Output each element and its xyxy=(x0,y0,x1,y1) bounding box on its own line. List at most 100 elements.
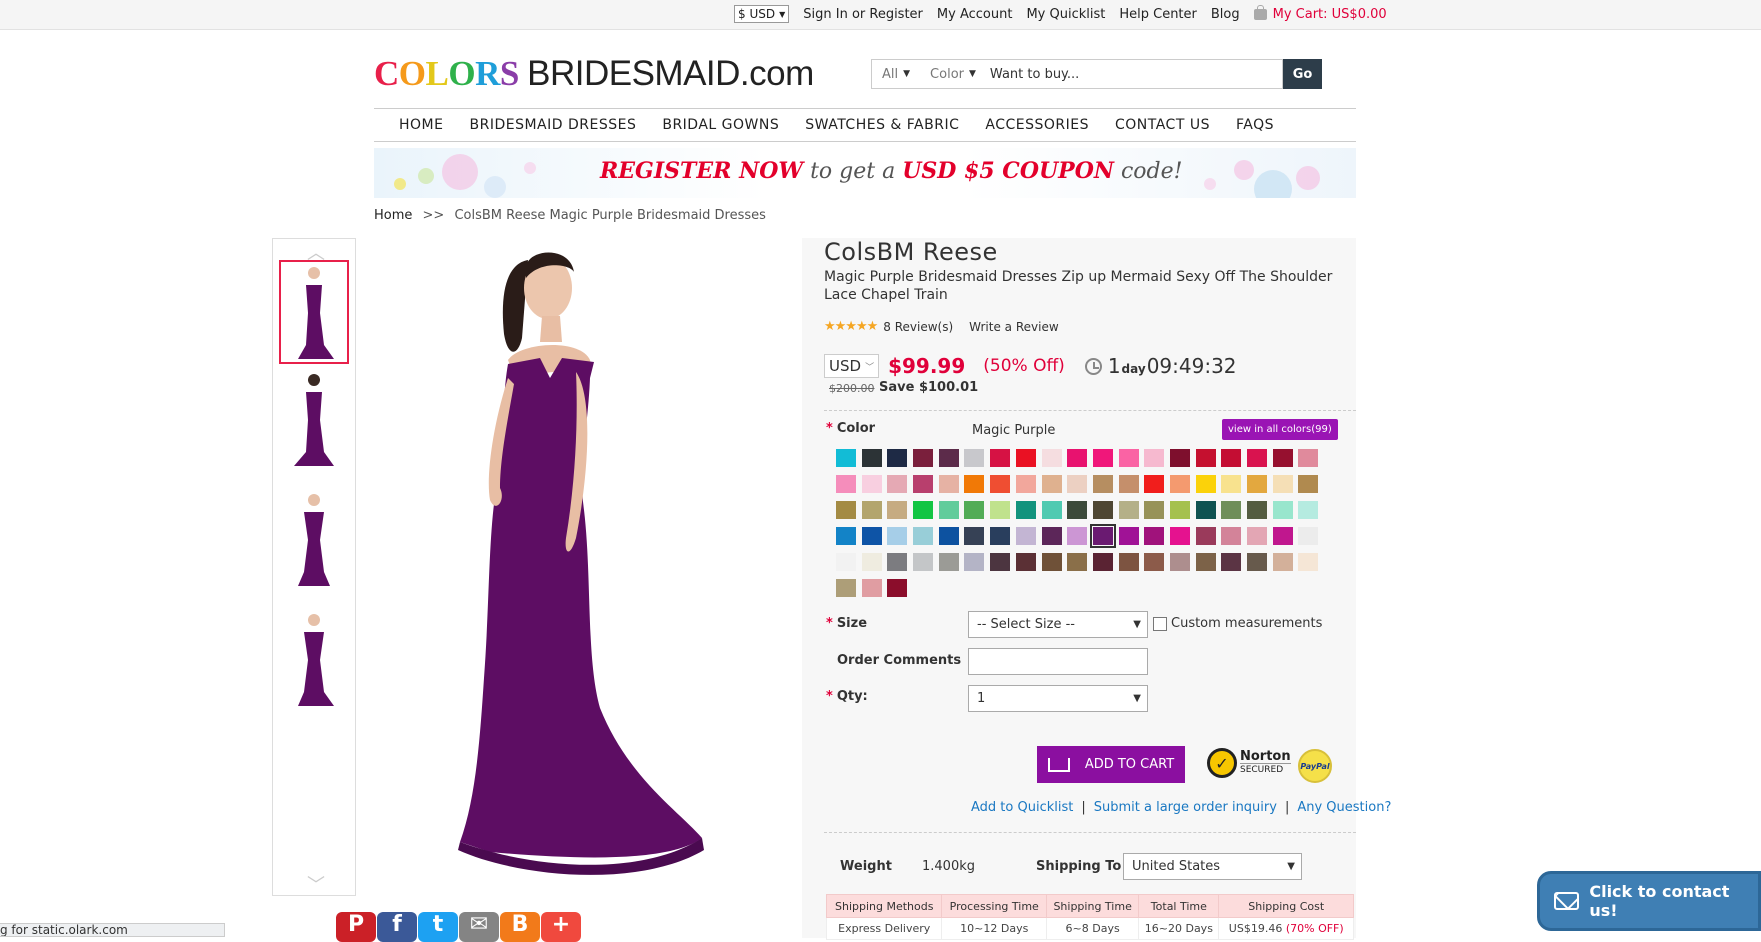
color-swatch[interactable] xyxy=(1169,501,1190,519)
color-swatch[interactable] xyxy=(1221,449,1242,467)
color-swatch[interactable] xyxy=(1221,475,1242,493)
color-swatch[interactable] xyxy=(1067,553,1088,571)
search-go-button[interactable]: Go xyxy=(1283,59,1322,89)
color-swatch[interactable] xyxy=(1118,527,1139,545)
color-swatch[interactable] xyxy=(1015,553,1036,571)
color-swatch[interactable] xyxy=(1298,475,1319,493)
color-swatch[interactable] xyxy=(964,449,985,467)
nav-swatches-fabric[interactable]: SWATCHES & FABRIC xyxy=(805,117,959,133)
color-swatch[interactable] xyxy=(861,553,882,571)
color-swatch[interactable] xyxy=(938,527,959,545)
color-swatch[interactable] xyxy=(836,501,856,519)
qty-select[interactable]: 1 ▼ xyxy=(968,685,1148,712)
nav-home[interactable]: HOME xyxy=(399,117,443,133)
contact-chat-button[interactable]: Click to contact us! xyxy=(1537,871,1761,931)
main-product-image[interactable] xyxy=(380,238,790,898)
add-to-cart-button[interactable]: ADD TO CART xyxy=(1037,746,1185,783)
blog-link[interactable]: Blog xyxy=(1211,7,1240,22)
thumbnail-4[interactable] xyxy=(279,607,349,711)
color-swatch[interactable] xyxy=(1272,475,1293,493)
color-swatch[interactable] xyxy=(990,553,1011,571)
color-swatch[interactable] xyxy=(1144,501,1165,519)
currency-select[interactable]: $ USD ▼ xyxy=(734,5,790,23)
my-account-link[interactable]: My Account xyxy=(937,7,1013,22)
color-swatch[interactable] xyxy=(1272,527,1293,545)
color-swatch[interactable] xyxy=(1298,527,1319,545)
color-swatch[interactable] xyxy=(1092,501,1113,519)
color-swatch[interactable] xyxy=(1015,527,1036,545)
color-swatch[interactable] xyxy=(1015,501,1036,519)
color-swatch[interactable] xyxy=(836,449,856,467)
my-cart-link[interactable]: My Cart: US$0.00 xyxy=(1253,4,1387,22)
color-swatch[interactable] xyxy=(1144,449,1165,467)
color-swatch[interactable] xyxy=(938,449,959,467)
color-swatch[interactable] xyxy=(938,475,959,493)
search-scope-color[interactable]: Color ▼ xyxy=(920,67,986,82)
size-select[interactable]: -- Select Size -- ▼ xyxy=(968,611,1148,638)
color-swatch[interactable] xyxy=(1272,553,1293,571)
color-swatch[interactable] xyxy=(1067,501,1088,519)
thumbnail-2[interactable] xyxy=(279,367,349,471)
color-swatch[interactable] xyxy=(861,527,882,545)
color-swatch[interactable] xyxy=(1247,449,1267,467)
breadcrumb-home[interactable]: Home xyxy=(374,208,412,223)
facebook-share-button[interactable]: f xyxy=(377,912,417,942)
color-swatch[interactable] xyxy=(1169,553,1190,571)
color-swatch[interactable] xyxy=(913,527,934,545)
color-swatch[interactable] xyxy=(1272,449,1293,467)
color-swatch[interactable] xyxy=(1169,527,1190,545)
color-swatch[interactable] xyxy=(1041,501,1062,519)
color-swatch[interactable] xyxy=(1221,527,1242,545)
color-swatch[interactable] xyxy=(1272,501,1293,519)
thumbnail-3[interactable] xyxy=(279,487,349,591)
color-swatch[interactable] xyxy=(1195,449,1216,467)
color-swatch[interactable] xyxy=(990,527,1011,545)
custom-measurements-checkbox[interactable] xyxy=(1153,617,1167,631)
color-swatch[interactable] xyxy=(1195,553,1216,571)
color-swatch[interactable] xyxy=(1169,475,1190,493)
color-swatch[interactable] xyxy=(836,475,856,493)
color-swatch[interactable] xyxy=(1298,501,1319,519)
nav-bridesmaid-dresses[interactable]: BRIDESMAID DRESSES xyxy=(469,117,636,133)
color-swatch[interactable] xyxy=(836,553,856,571)
color-swatch[interactable] xyxy=(1067,475,1088,493)
color-swatch[interactable] xyxy=(913,449,934,467)
nav-bridal-gowns[interactable]: BRIDAL GOWNS xyxy=(662,117,779,133)
color-swatch[interactable] xyxy=(964,475,985,493)
any-question-link[interactable]: Any Question? xyxy=(1297,800,1391,815)
color-swatch[interactable] xyxy=(1092,553,1113,571)
color-swatch[interactable] xyxy=(1169,449,1190,467)
chevron-down-icon[interactable]: ﹀ xyxy=(307,871,325,897)
sign-in-link[interactable]: Sign In or Register xyxy=(803,7,923,22)
color-swatch[interactable] xyxy=(887,501,908,519)
nav-contact-us[interactable]: CONTACT US xyxy=(1115,117,1210,133)
color-swatch[interactable] xyxy=(1041,449,1062,467)
color-swatch[interactable] xyxy=(1118,553,1139,571)
color-swatch[interactable] xyxy=(1118,475,1139,493)
color-swatch[interactable] xyxy=(887,579,908,597)
color-swatch[interactable] xyxy=(836,579,856,597)
color-swatch[interactable] xyxy=(913,501,934,519)
color-swatch[interactable] xyxy=(1247,501,1267,519)
my-quicklist-link[interactable]: My Quicklist xyxy=(1026,7,1105,22)
shipping-country-select[interactable]: United States ▼ xyxy=(1123,853,1302,880)
color-swatch[interactable] xyxy=(861,449,882,467)
search-scope-all[interactable]: All ▼ xyxy=(872,67,920,82)
color-swatch[interactable] xyxy=(887,475,908,493)
search-input[interactable]: Want to buy... xyxy=(986,67,1282,82)
help-center-link[interactable]: Help Center xyxy=(1119,7,1197,22)
color-swatch[interactable] xyxy=(1247,553,1267,571)
color-swatch[interactable] xyxy=(887,553,908,571)
color-swatch[interactable] xyxy=(913,475,934,493)
color-swatch[interactable] xyxy=(1041,475,1062,493)
color-swatch[interactable] xyxy=(1118,501,1139,519)
color-swatch[interactable] xyxy=(861,475,882,493)
color-swatch[interactable] xyxy=(990,475,1011,493)
color-swatch[interactable] xyxy=(1247,475,1267,493)
review-count-link[interactable]: 8 Review(s) xyxy=(883,320,953,334)
price-currency-select[interactable]: USD ﹀ xyxy=(824,354,880,378)
site-logo[interactable]: COLORS BRIDESMAID.com xyxy=(374,54,814,94)
color-swatch[interactable] xyxy=(1089,524,1116,548)
color-swatch[interactable] xyxy=(1092,449,1113,467)
color-swatch[interactable] xyxy=(887,527,908,545)
